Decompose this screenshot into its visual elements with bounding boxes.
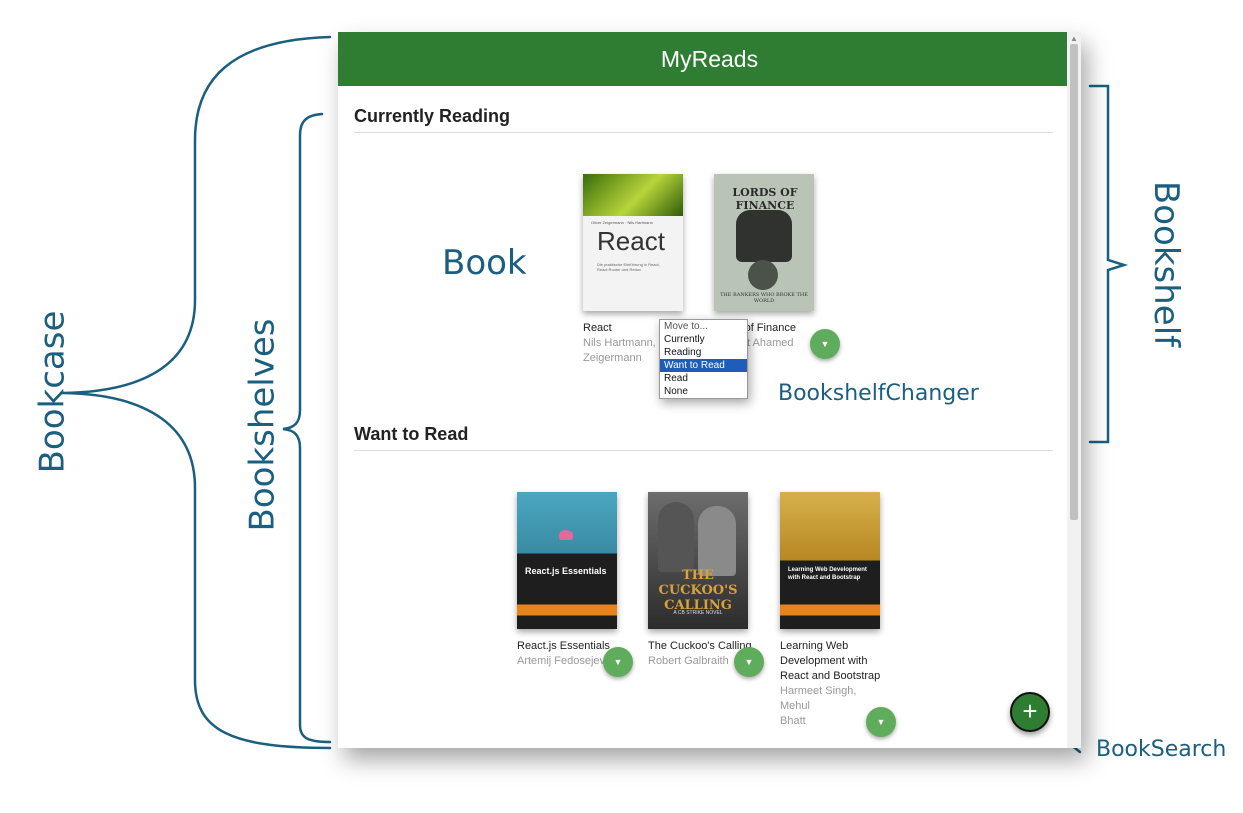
- bookshelf-brace: [1088, 84, 1129, 444]
- dropdown-option-read[interactable]: Read: [660, 372, 747, 385]
- bookshelf-changer-button[interactable]: ▼: [734, 647, 764, 677]
- bookshelf-changer-button[interactable]: ▼: [603, 647, 633, 677]
- bookshelf-changer-dropdown[interactable]: Move to... Currently Reading Want to Rea…: [659, 319, 748, 399]
- scroll-up-arrow-icon[interactable]: ▲: [1070, 34, 1078, 43]
- bookshelf-label: Bookshelf: [1146, 180, 1187, 348]
- book-label: Book: [442, 243, 527, 283]
- bookshelves-label: Bookshelves: [242, 318, 283, 532]
- book-cover[interactable]: LORDS OF FINANCE THE BANKERS WHO BROKE T…: [714, 174, 814, 311]
- cover-subtitle: Die praktische Einführung in React, Reac…: [597, 262, 660, 272]
- book-cover[interactable]: Learning Web Development with React and …: [780, 492, 880, 629]
- cover-brand: React: [597, 226, 665, 256]
- app-header: MyReads: [338, 32, 1081, 86]
- bookcase-label: Bookcase: [32, 310, 73, 474]
- book-learning-web-development[interactable]: Learning Web Development with React and …: [780, 492, 896, 737]
- book-search-label: BookSearch: [1096, 737, 1227, 762]
- book-cover[interactable]: React.js Essentials: [517, 492, 617, 629]
- dropdown-header: Move to...: [664, 321, 708, 332]
- app-title: MyReads: [660, 46, 759, 72]
- book-cover[interactable]: Oliver Zeigermann · Nils Hartmann React …: [583, 174, 683, 311]
- cover-authors: Oliver Zeigermann · Nils Hartmann: [591, 220, 653, 225]
- book-cover[interactable]: THE CUCKOO'S CALLING A CB STRIKE NOVEL: [648, 492, 748, 629]
- book-the-cuckoos-calling[interactable]: THE CUCKOO'S CALLING A CB STRIKE NOVEL ▼…: [648, 492, 764, 677]
- cover-subtitle: A CB STRIKE NOVEL: [673, 610, 723, 616]
- bookshelf-changer-label: BookshelfChanger: [778, 381, 979, 406]
- bookshelves-brace: [282, 112, 332, 744]
- scrollbar-thumb[interactable]: [1070, 44, 1078, 520]
- dropdown-option-none[interactable]: None: [660, 385, 747, 398]
- cover-title: React.js Essentials: [525, 566, 607, 576]
- dropdown-option-currently-reading[interactable]: Currently Reading: [660, 333, 747, 359]
- cover-subtitle: THE BANKERS WHO BROKE THE WORLD: [720, 292, 808, 304]
- shelf-title-want-to-read: Want to Read: [354, 424, 1053, 451]
- plus-icon: +: [1022, 696, 1038, 726]
- bookshelf-changer-button[interactable]: ▼: [866, 707, 896, 737]
- book-reactjs-essentials[interactable]: React.js Essentials ▼ React.js Essential…: [517, 492, 633, 677]
- cover-title: Learning Web Development with React and …: [788, 567, 867, 581]
- bookshelf-changer-button[interactable]: ▼: [810, 329, 840, 359]
- cover-title: THE CUCKOO'S CALLING: [658, 568, 738, 613]
- cover-title: LORDS OF FINANCE: [732, 186, 798, 212]
- add-book-button[interactable]: +: [1010, 692, 1050, 732]
- book-title: Learning Web Development with React and …: [780, 640, 881, 682]
- shelf-title-currently-reading: Currently Reading: [354, 106, 1053, 133]
- bookcase-brace: [61, 35, 332, 750]
- scrollbar[interactable]: ▲: [1067, 32, 1081, 748]
- dropdown-option-want-to-read[interactable]: Want to Read: [660, 359, 747, 372]
